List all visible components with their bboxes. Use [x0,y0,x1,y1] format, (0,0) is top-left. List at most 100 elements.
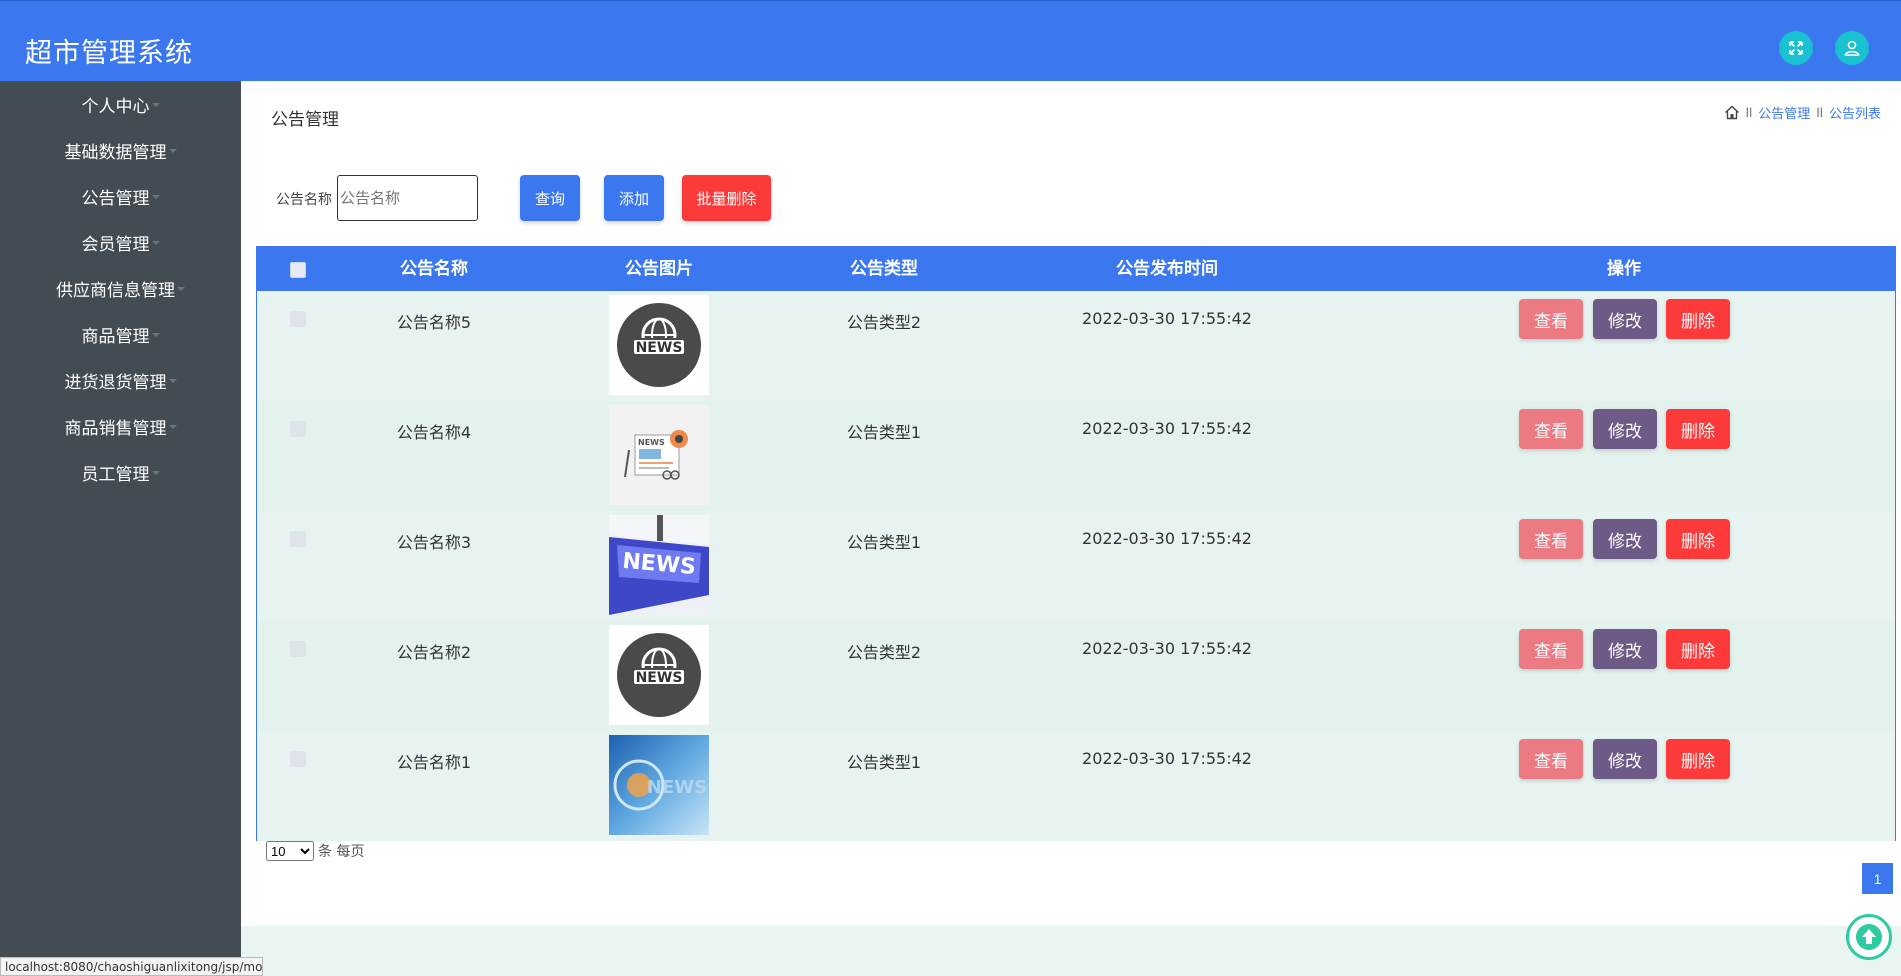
page-size-select[interactable]: 10 [266,841,314,861]
select-all-checkbox[interactable] [290,262,306,278]
breadcrumb-separator: ll [1745,105,1753,120]
add-button[interactable]: 添加 [604,175,664,221]
cell-type: 公告类型2 [846,643,922,662]
thumbnail-label: NEWS [647,777,707,798]
edit-button[interactable]: 修改 [1593,409,1657,449]
view-button[interactable]: 查看 [1519,739,1583,779]
sidebar-item-announcements[interactable]: 公告管理 [0,173,241,219]
expand-icon [1789,41,1803,55]
caret-down-icon [168,149,177,153]
view-button[interactable]: 查看 [1519,519,1583,559]
search-label: 公告名称 [276,192,332,208]
app-title: 超市管理系统 [25,38,193,69]
caret-down-icon [151,471,160,475]
table-row: 公告名称5 NEWS 公告类型2 2022-03-30 17:55:42 查看 … [257,291,1895,401]
user-menu-button[interactable] [1835,31,1869,65]
edit-button[interactable]: 修改 [1593,519,1657,559]
row-checkbox[interactable] [290,311,306,327]
search-input[interactable] [337,175,478,221]
row-checkbox[interactable] [290,421,306,437]
caret-down-icon [151,195,160,199]
sidebar-item-label: 基础数据管理 [64,142,167,163]
table-row: 公告名称3 NEWS 公告类型1 2022-03-30 17:55:42 查看 … [257,511,1895,621]
cell-time: 2022-03-30 17:55:42 [1082,529,1252,548]
row-checkbox[interactable] [290,641,306,657]
column-header-image: 公告图片 [625,259,693,279]
top-header: 超市管理系统 [0,0,1901,81]
cell-time: 2022-03-30 17:55:42 [1082,419,1252,438]
sidebar-item-personal-center[interactable]: 个人中心 [0,81,241,127]
sidebar-item-label: 员工管理 [81,464,150,485]
sidebar-item-label: 商品管理 [81,326,150,347]
table-header: 公告名称 公告图片 公告类型 公告发布时间 操作 [257,247,1895,291]
column-header-type: 公告类型 [850,259,918,279]
caret-down-icon [151,333,160,337]
cell-type: 公告类型2 [846,313,922,332]
column-header-time: 公告发布时间 [1116,259,1218,279]
page-number-button[interactable]: 1 [1862,863,1893,894]
delete-button[interactable]: 删除 [1666,299,1730,339]
sidebar-item-label: 公告管理 [81,188,150,209]
row-checkbox[interactable] [290,751,306,767]
caret-down-icon [151,241,160,245]
batch-delete-button[interactable]: 批量删除 [682,175,771,221]
cell-name: 公告名称1 [396,753,472,772]
announcement-thumbnail[interactable]: NEWS [609,735,709,835]
thumbnail-label: NEWS [638,438,665,447]
announcement-thumbnail[interactable]: NEWS [609,405,709,505]
main-content: 公告管理 ll 公告管理 ll 公告列表 公告名称 查询 添加 批量删除 公告名… [241,81,1901,976]
user-icon [1844,40,1860,56]
cell-time: 2022-03-30 17:55:42 [1082,639,1252,658]
delete-button[interactable]: 删除 [1666,409,1730,449]
query-button[interactable]: 查询 [520,175,580,221]
sidebar-item-purchase-returns[interactable]: 进货退货管理 [0,357,241,403]
sidebar-item-label: 商品销售管理 [64,418,167,439]
sidebar-item-staff[interactable]: 员工管理 [0,449,241,495]
sidebar-item-suppliers[interactable]: 供应商信息管理 [0,265,241,311]
sidebar-item-label: 进货退货管理 [64,372,167,393]
view-button[interactable]: 查看 [1519,299,1583,339]
edit-button[interactable]: 修改 [1593,299,1657,339]
caret-down-icon [177,287,185,291]
sidebar-item-sales[interactable]: 商品销售管理 [0,403,241,449]
cell-name: 公告名称2 [396,643,472,662]
delete-button[interactable]: 删除 [1666,629,1730,669]
row-checkbox[interactable] [290,531,306,547]
view-button[interactable]: 查看 [1519,629,1583,669]
cell-time: 2022-03-30 17:55:42 [1082,749,1252,768]
sidebar-item-products[interactable]: 商品管理 [0,311,241,357]
announcement-thumbnail[interactable]: NEWS [609,295,709,395]
back-to-top-button[interactable] [1846,914,1892,960]
sidebar-item-label: 会员管理 [81,234,150,255]
cell-name: 公告名称3 [396,533,472,552]
page-size-control: 10 条 每页 [266,841,364,861]
sidebar-item-label: 供应商信息管理 [56,280,175,301]
table-row: 公告名称4 NEWS 公告类型1 2022-03-30 17:55:42 查看 … [257,401,1895,511]
edit-button[interactable]: 修改 [1593,739,1657,779]
arrow-up-icon [1856,924,1882,950]
view-button[interactable]: 查看 [1519,409,1583,449]
delete-button[interactable]: 删除 [1666,519,1730,559]
announcement-thumbnail[interactable]: NEWS [609,515,709,615]
edit-button[interactable]: 修改 [1593,629,1657,669]
cell-name: 公告名称5 [396,313,472,332]
sidebar-item-basic-data[interactable]: 基础数据管理 [0,127,241,173]
table-row: 公告名称1 NEWS 公告类型1 2022-03-30 17:55:42 查看 … [257,731,1895,841]
breadcrumb-separator: ll [1816,105,1823,120]
caret-down-icon [151,103,160,107]
thumbnail-label: NEWS [636,670,683,686]
fullscreen-button[interactable] [1779,31,1813,65]
cell-type: 公告类型1 [846,533,922,552]
delete-button[interactable]: 删除 [1666,739,1730,779]
cell-time: 2022-03-30 17:55:42 [1082,309,1252,328]
breadcrumb-link-announcement-list[interactable]: 公告列表 [1829,103,1881,122]
per-page-label: 条 每页 [318,844,365,860]
page-title: 公告管理 [271,110,339,130]
sidebar-item-members[interactable]: 会员管理 [0,219,241,265]
breadcrumb-link-announcements[interactable]: 公告管理 [1758,103,1810,122]
caret-down-icon [168,425,177,429]
table-row: 公告名称2 NEWS 公告类型2 2022-03-30 17:55:42 查看 … [257,621,1895,731]
announcement-thumbnail[interactable]: NEWS [609,625,709,725]
home-icon[interactable] [1724,105,1740,120]
sidebar: 个人中心 基础数据管理 公告管理 会员管理 供应商信息管理 商品管理 进货退货管… [0,81,241,976]
